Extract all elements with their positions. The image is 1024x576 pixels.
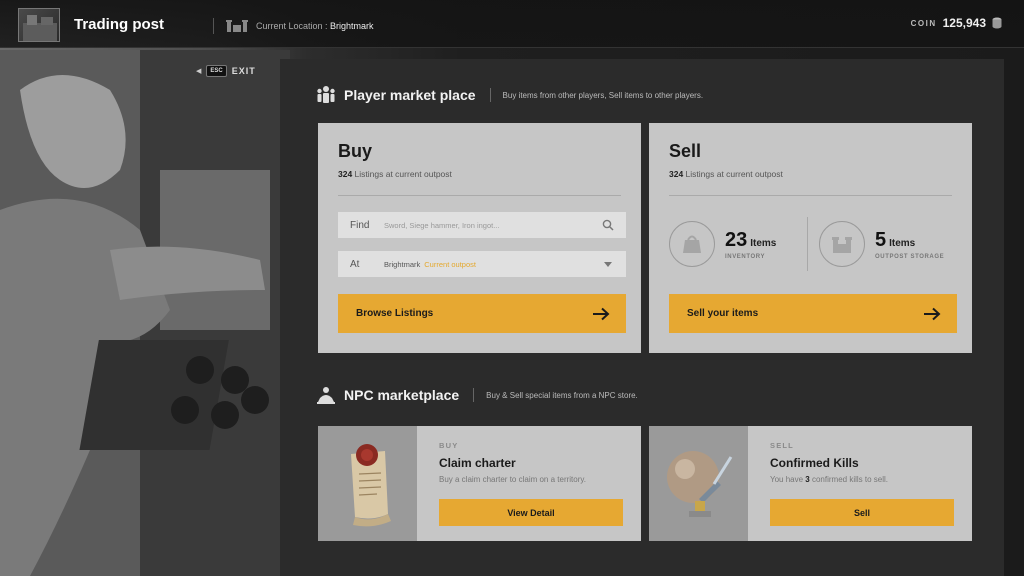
- at-label: At: [350, 258, 360, 270]
- npc-sell-card: SELL Confirmed Kills You have 3 confirme…: [649, 426, 972, 541]
- storage-count: 5: [875, 228, 887, 251]
- arrow-right-icon: [593, 307, 610, 320]
- esc-key-hint: ESC: [206, 65, 227, 77]
- sell-title: Sell: [669, 141, 702, 161]
- inventory-stat: 23 Items INVENTORY: [669, 221, 776, 267]
- find-field[interactable]: Find: [338, 212, 626, 238]
- find-label: Find: [350, 219, 370, 231]
- market-panel: Player market place Buy items from other…: [280, 59, 1004, 576]
- find-input[interactable]: [384, 220, 602, 230]
- coin-stack-icon: [992, 17, 1002, 29]
- title-divider: [213, 18, 214, 34]
- sell-your-items-label: Sell your items: [687, 308, 759, 319]
- browse-listings-button[interactable]: Browse Listings: [338, 294, 626, 333]
- npc-store-icon: [317, 387, 335, 404]
- card-divider: [669, 195, 952, 196]
- sell-button[interactable]: Sell: [770, 499, 954, 526]
- browse-listings-label: Browse Listings: [356, 308, 434, 319]
- players-icon: [317, 86, 335, 103]
- confirmed-kills-description: You have 3 confirmed kills to sell.: [770, 475, 888, 484]
- npc-market-title: NPC marketplace: [344, 387, 460, 403]
- npc-market-header: NPC marketplace Buy & Sell special items…: [316, 385, 638, 405]
- storage-caption: OUTPOST STORAGE: [875, 253, 945, 260]
- top-bar: Trading post Current Location : Brightma…: [0, 0, 1024, 48]
- card-divider: [338, 195, 621, 196]
- coin-value: 125,943: [942, 16, 986, 30]
- confirmed-kills-title: Confirmed Kills: [770, 456, 859, 470]
- npc-buy-tag: BUY: [439, 441, 459, 450]
- exit-button[interactable]: ◀ ESC EXIT: [196, 65, 256, 77]
- storage-unit: Items: [889, 237, 916, 249]
- buy-title: Buy: [338, 141, 373, 161]
- stat-divider: [807, 217, 808, 271]
- merchant-figure-image: [0, 50, 290, 576]
- search-icon[interactable]: [602, 219, 614, 231]
- inventory-count: 23: [725, 228, 748, 251]
- page-title: Trading post: [74, 16, 164, 33]
- coin-label: COIN: [910, 18, 937, 28]
- chevron-down-icon[interactable]: [602, 258, 614, 270]
- storage-castle-icon: [819, 221, 865, 267]
- confirmed-kills-image: [649, 426, 748, 541]
- player-market-description: Buy items from other players, Sell items…: [502, 90, 704, 100]
- sell-card: Sell 324 Listings at current outpost 23 I…: [649, 123, 972, 353]
- sell-listing-count: 324 Listings at current outpost: [669, 169, 783, 179]
- player-market-header: Player market place Buy items from other…: [316, 85, 703, 105]
- section-divider: [473, 388, 475, 402]
- npc-market-description: Buy & Sell special items from a NPC stor…: [486, 390, 638, 400]
- player-market-title: Player market place: [344, 87, 476, 103]
- coin-balance: COIN 125,943: [911, 16, 1002, 30]
- npc-buy-card: BUY Claim charter Buy a claim charter to…: [318, 426, 641, 541]
- back-arrow-icon: ◀: [196, 68, 202, 75]
- inventory-unit: Items: [750, 237, 777, 249]
- outpost-storage-stat: 5 Items OUTPOST STORAGE: [819, 221, 944, 267]
- buy-listing-count: 324 Listings at current outpost: [338, 169, 452, 179]
- npc-sell-tag: SELL: [770, 441, 794, 450]
- buy-card: Buy 324 Listings at current outpost Find…: [318, 123, 641, 353]
- current-outpost-badge: Current outpost: [424, 259, 476, 269]
- view-detail-label: View Detail: [507, 507, 555, 518]
- inventory-caption: INVENTORY: [725, 253, 766, 260]
- sell-your-items-button[interactable]: Sell your items: [669, 294, 957, 333]
- claim-charter-image: [318, 426, 417, 541]
- current-location: Current Location : Brightmark: [256, 21, 374, 31]
- claim-charter-title: Claim charter: [439, 456, 516, 470]
- outpost-icon: [226, 20, 248, 32]
- trading-post-thumbnail: [18, 8, 60, 42]
- arrow-right-icon: [924, 307, 941, 320]
- at-location-select[interactable]: At Brightmark Current outpost: [338, 251, 626, 277]
- sell-label: Sell: [853, 507, 870, 518]
- view-detail-button[interactable]: View Detail: [439, 499, 623, 526]
- at-value: Brightmark Current outpost: [384, 259, 476, 269]
- exit-label: EXIT: [231, 66, 256, 76]
- section-divider: [489, 88, 491, 102]
- claim-charter-description: Buy a claim charter to claim on a territ…: [439, 475, 587, 484]
- inventory-bag-icon: [669, 221, 715, 267]
